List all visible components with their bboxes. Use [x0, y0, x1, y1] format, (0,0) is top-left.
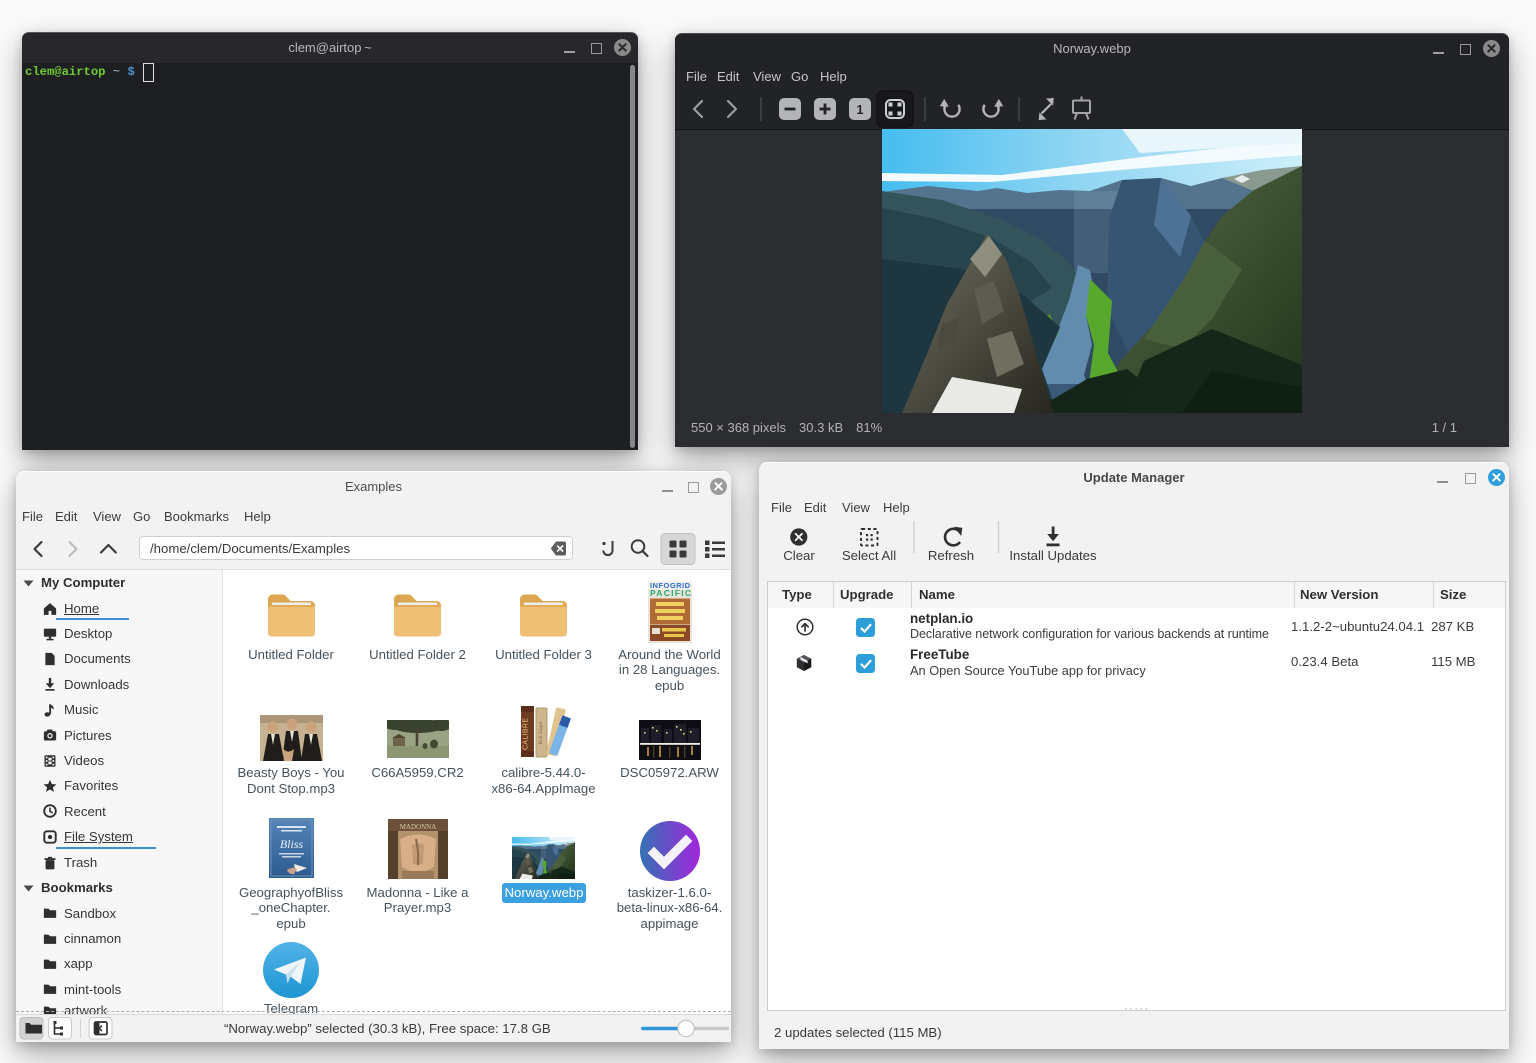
svg-text:CALIBRE: CALIBRE	[522, 718, 529, 750]
svg-text:MADONNA: MADONNA	[399, 823, 436, 831]
svg-text:Rob Zagat: Rob Zagat	[538, 721, 544, 746]
svg-text:PACIFIC: PACIFIC	[650, 588, 691, 598]
svg-text:Bliss: Bliss	[279, 837, 303, 851]
svg-text:1: 1	[857, 103, 864, 117]
